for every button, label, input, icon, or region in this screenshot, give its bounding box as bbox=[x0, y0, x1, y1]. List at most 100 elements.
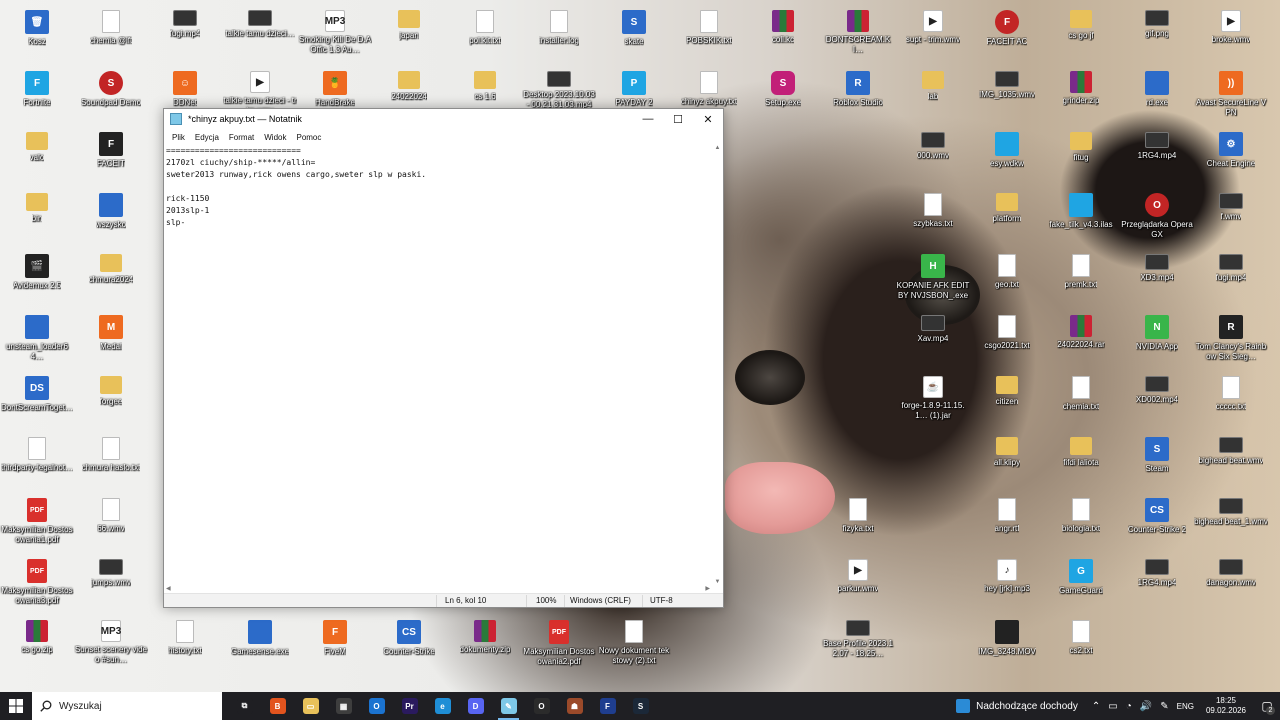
desktop-icon[interactable]: Base Profile 2023.12.07 - 18.25… bbox=[821, 615, 895, 659]
desktop-icon[interactable]: )) Avast SecureLine VPN bbox=[1194, 66, 1268, 118]
desktop-icon[interactable]: valo bbox=[0, 127, 74, 163]
desktop-icon[interactable]: talkie tamu dzieci… bbox=[223, 5, 297, 39]
desktop-icon[interactable]: CS Counter-Strike 2 bbox=[1120, 493, 1194, 535]
desktop-icon[interactable]: grinder.zip bbox=[1044, 66, 1118, 106]
desktop-icon[interactable]: CS Counter-Strike bbox=[372, 615, 446, 657]
desktop-icon[interactable]: G GameGuard bbox=[1044, 554, 1118, 596]
desktop-icon[interactable]: platform bbox=[970, 188, 1044, 224]
desktop-icon[interactable]: F FiveM bbox=[298, 615, 372, 657]
desktop-icon[interactable]: Gamesense.exe bbox=[223, 615, 297, 657]
desktop-icon[interactable]: ☕ forge-1.8.9-11.15.1… (1).jar bbox=[896, 371, 970, 421]
desktop-icon[interactable]: MP3 Sunset scenery video #sun… bbox=[74, 615, 148, 665]
scroll-left-icon[interactable]: ◀ bbox=[166, 585, 171, 592]
desktop-icon[interactable]: fizyka.txt bbox=[821, 493, 895, 534]
desktop-icon[interactable]: forgee bbox=[74, 371, 148, 407]
desktop-icon[interactable]: F FACEIT bbox=[74, 127, 148, 169]
desktop-icon[interactable]: IMG_1035.wmv bbox=[970, 66, 1044, 100]
desktop-icon[interactable]: 🗑 Kosz bbox=[0, 5, 74, 47]
desktop-icon[interactable]: ▶ supt - trim.wmv bbox=[896, 5, 970, 45]
desktop-icon[interactable]: dokumenty.zip bbox=[448, 615, 522, 655]
desktop-icon[interactable]: chinyz akpuy.txt bbox=[672, 66, 746, 107]
taskbar-app-button[interactable]: O bbox=[360, 692, 393, 720]
desktop-icon[interactable]: XD002.mp4 bbox=[1120, 371, 1194, 405]
desktop-icon[interactable]: 000.wmv bbox=[896, 127, 970, 161]
menu-file[interactable]: Plik bbox=[167, 133, 190, 142]
desktop-icon[interactable]: 1RG4.mp4 bbox=[1120, 554, 1194, 588]
desktop-icon[interactable]: PDF Maksymilian Dostosowania2.pdf bbox=[522, 615, 596, 667]
window-titlebar[interactable]: *chinyz akpuy.txt — Notatnik — ☐ ✕ bbox=[164, 109, 723, 129]
minimize-button[interactable]: — bbox=[633, 109, 663, 129]
desktop-icon[interactable]: Sskate bbox=[597, 5, 671, 47]
desktop-icon[interactable]: history.txt bbox=[148, 615, 222, 656]
taskbar-app-button[interactable]: ⧉ bbox=[228, 692, 261, 720]
notepad-window[interactable]: *chinyz akpuy.txt — Notatnik — ☐ ✕ Plik … bbox=[163, 108, 724, 608]
taskbar-app-button[interactable]: e bbox=[426, 692, 459, 720]
desktop-icon[interactable]: 1RG4.mp4 bbox=[1120, 127, 1194, 161]
taskbar-app-button[interactable]: S bbox=[624, 692, 657, 720]
desktop-icon[interactable]: F Fortnite bbox=[0, 66, 74, 108]
desktop-icon[interactable]: 🎬 Avidemux 2.5 bbox=[0, 249, 74, 291]
notification-center-button[interactable]: ▢ 2 bbox=[1254, 692, 1280, 720]
desktop-icon[interactable]: XD3.mp4 bbox=[1120, 249, 1194, 283]
language-indicator[interactable]: ENG bbox=[1177, 702, 1194, 711]
desktop-icon[interactable]: f.wmv bbox=[1194, 188, 1268, 222]
desktop-icon[interactable]: wszysko bbox=[74, 188, 148, 230]
close-button[interactable]: ✕ bbox=[693, 109, 723, 129]
desktop-icon[interactable]: R Roblox Studio bbox=[821, 66, 895, 108]
desktop-icon[interactable]: cs go.zip bbox=[0, 615, 74, 655]
text-editor-area[interactable]: ============================ 2170zl ciuc… bbox=[164, 145, 712, 585]
desktop-icon[interactable]: unsteam_loader64… bbox=[0, 310, 74, 362]
taskbar-app-button[interactable]: ▭ bbox=[294, 692, 327, 720]
desktop-icon[interactable]: DONTSCREAM.KI… bbox=[821, 5, 895, 55]
taskbar-app-button[interactable]: F bbox=[591, 692, 624, 720]
desktop-icon[interactable]: 24022024.rar bbox=[1044, 310, 1118, 350]
desktop-icon[interactable]: gif.png bbox=[1120, 5, 1194, 39]
desktop-icon[interactable]: ☺ DDNet bbox=[148, 66, 222, 108]
network-icon[interactable]: ◔ bbox=[1126, 701, 1132, 712]
desktop-icon[interactable]: R Tom Clancy's Rainbow Six Sieg… bbox=[1194, 310, 1268, 362]
desktop-icon[interactable]: DS DontScreamToget… bbox=[0, 371, 74, 413]
desktop-icon[interactable]: bighead beat_1.wmv bbox=[1194, 493, 1268, 527]
taskbar-app-button[interactable]: ▦ bbox=[327, 692, 360, 720]
battery-icon[interactable]: ▭ bbox=[1108, 701, 1117, 712]
desktop-icon[interactable]: bin bbox=[0, 188, 74, 224]
desktop-icon[interactable]: N NVIDIA App bbox=[1120, 310, 1194, 352]
taskbar-app-button[interactable]: O bbox=[525, 692, 558, 720]
desktop-icon[interactable]: pol.kit.txt bbox=[448, 5, 522, 46]
desktop-icon[interactable]: csgo2021.txt bbox=[970, 310, 1044, 351]
vertical-scrollbar[interactable]: ▲ ▼ bbox=[712, 145, 723, 585]
menu-help[interactable]: Pomoc bbox=[291, 133, 326, 142]
desktop-icon[interactable]: citizen bbox=[970, 371, 1044, 407]
desktop-icon[interactable]: MP3 Smoking Kill De D.A Offic 1.3 Au… bbox=[298, 5, 372, 55]
start-button[interactable] bbox=[0, 692, 32, 720]
desktop-icon[interactable]: ♪ hey [jrk].mp3 bbox=[970, 554, 1044, 594]
desktop-icon[interactable]: szybkas.txt bbox=[896, 188, 970, 229]
desktop-icon[interactable]: chemia @ift bbox=[74, 5, 148, 46]
desktop-icon[interactable]: fake_tilk_v4.3.ilas bbox=[1044, 188, 1118, 230]
desktop-icon[interactable]: M Medal bbox=[74, 310, 148, 352]
desktop-icon[interactable]: installer.log bbox=[522, 5, 596, 46]
desktop-icon[interactable]: cs2.txt bbox=[1044, 615, 1118, 656]
desktop-icon[interactable]: Nowy dokument tekstowy (2).txt bbox=[597, 615, 671, 666]
desktop-icon[interactable]: biologia.txt bbox=[1044, 493, 1118, 534]
desktop-icon[interactable]: F FACEIT AC bbox=[970, 5, 1044, 47]
desktop-icon[interactable]: geo.txt bbox=[970, 249, 1044, 290]
desktop-icon[interactable]: chmura haslo.txt bbox=[74, 432, 148, 473]
desktop-icon[interactable]: PDF Maksymilian Dostosowania3.pdf bbox=[0, 554, 74, 606]
scroll-right-icon[interactable]: ▶ bbox=[705, 585, 710, 592]
desktop-icon[interactable]: S Steam bbox=[1120, 432, 1194, 474]
desktop-icon[interactable]: premk.txt bbox=[1044, 249, 1118, 290]
scroll-up-icon[interactable]: ▲ bbox=[712, 145, 723, 151]
maximize-button[interactable]: ☐ bbox=[663, 109, 693, 129]
desktop-icon[interactable]: IMG_3248.MOV bbox=[970, 615, 1044, 657]
menu-view[interactable]: Widok bbox=[259, 133, 291, 142]
desktop-icon[interactable]: 24022024 bbox=[372, 66, 446, 102]
desktop-icon[interactable]: POBSKIK.txt bbox=[672, 5, 746, 46]
desktop-icon[interactable]: fitug bbox=[1044, 127, 1118, 163]
desktop-icon[interactable]: 66.wmv bbox=[74, 493, 148, 534]
desktop-icon[interactable]: ⚙ Cheat Engine bbox=[1194, 127, 1268, 169]
desktop-icon[interactable]: ▶ parkur.wmv bbox=[821, 554, 895, 594]
volume-icon[interactable]: 🔊 bbox=[1140, 701, 1152, 712]
desktop-icon[interactable]: chmura2024 bbox=[74, 249, 148, 285]
desktop-icon[interactable]: Xav.mp4 bbox=[896, 310, 970, 344]
